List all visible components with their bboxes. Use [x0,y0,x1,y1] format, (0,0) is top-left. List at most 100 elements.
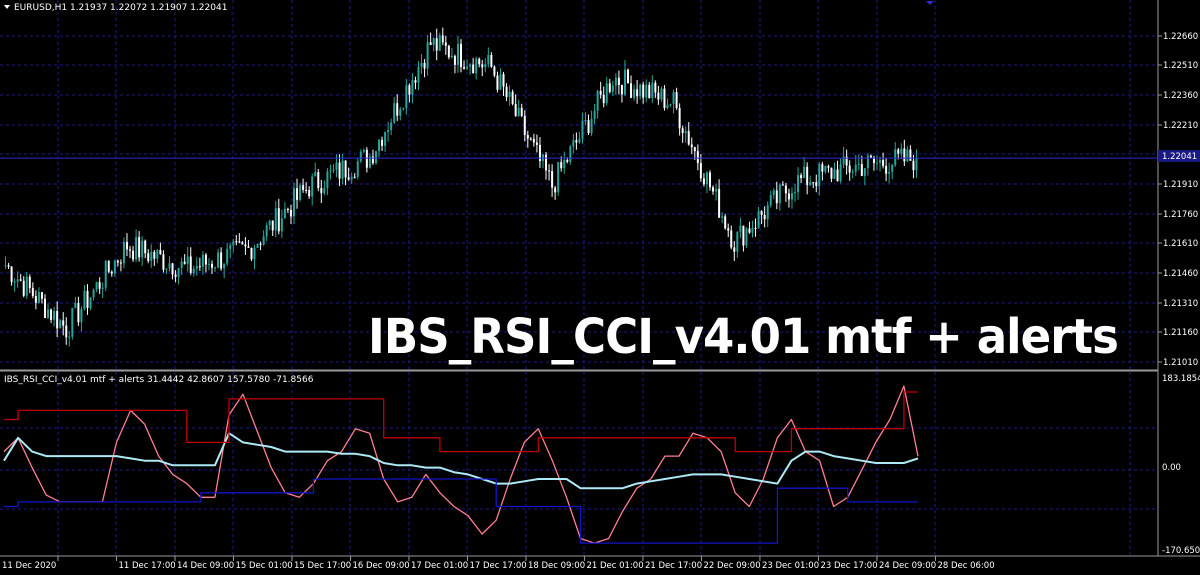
candle-body[interactable] [702,178,705,185]
candle-body[interactable] [344,160,347,178]
candle-body[interactable] [4,265,7,267]
candle-body[interactable] [13,281,16,283]
candle-body[interactable] [490,54,493,67]
candle-body[interactable] [299,185,302,200]
candle-body[interactable] [545,154,548,171]
candle-body[interactable] [402,108,405,110]
candle-body[interactable] [481,64,484,68]
candle-body[interactable] [496,75,499,90]
candle-body[interactable] [302,185,305,190]
candle-body[interactable] [739,225,742,233]
candle-body[interactable] [450,55,453,58]
candle-body[interactable] [745,228,748,246]
candle-body[interactable] [195,266,198,269]
candle-body[interactable] [250,247,253,260]
candle-body[interactable] [156,250,159,259]
candle-body[interactable] [699,163,702,179]
candle-body[interactable] [657,92,660,100]
candle-body[interactable] [854,164,857,172]
candle-body[interactable] [705,172,708,185]
candle-body[interactable] [860,164,863,176]
candle-body[interactable] [119,262,122,264]
candle-body[interactable] [365,149,368,168]
candle-body[interactable] [34,296,37,303]
candle-body[interactable] [772,190,775,196]
candle-body[interactable] [708,172,711,188]
candle-body[interactable] [897,149,900,154]
candle-body[interactable] [192,268,195,273]
candle-body[interactable] [693,147,696,152]
candle-body[interactable] [414,80,417,83]
candle-body[interactable] [478,58,481,65]
candle-body[interactable] [766,205,769,220]
candle-body[interactable] [104,260,107,288]
candle-body[interactable] [909,149,912,161]
candle-body[interactable] [320,188,323,194]
candle-body[interactable] [906,149,909,162]
candle-body[interactable] [812,182,815,184]
candle-body[interactable] [374,151,377,164]
candle-body[interactable] [839,164,842,182]
candle-body[interactable] [253,247,256,260]
candle-body[interactable] [891,164,894,172]
candle-body[interactable] [174,274,177,277]
candle-body[interactable] [198,266,201,268]
candle-body[interactable] [857,164,860,166]
candle-body[interactable] [781,184,784,186]
candle-body[interactable] [171,263,174,275]
candle-body[interactable] [526,134,529,139]
candle-body[interactable] [207,263,210,265]
candle-body[interactable] [836,169,839,182]
candle-body[interactable] [748,228,751,233]
candle-body[interactable] [614,77,617,86]
candle-body[interactable] [569,146,572,162]
candle-body[interactable] [296,188,299,200]
candle-body[interactable] [529,138,532,140]
candle-body[interactable] [268,220,271,226]
candle-body[interactable] [824,166,827,172]
candle-body[interactable] [141,240,144,258]
candle-body[interactable] [851,171,854,173]
candle-body[interactable] [226,248,229,264]
candle-body[interactable] [623,69,626,95]
candle-body[interactable] [417,66,420,83]
candle-body[interactable] [469,64,472,67]
candle-body[interactable] [135,237,138,260]
candle-body[interactable] [107,260,110,272]
candle-body[interactable] [10,266,13,283]
candle-body[interactable] [317,172,320,189]
candle-body[interactable] [499,74,502,90]
candle-body[interactable] [578,138,581,143]
candle-body[interactable] [274,208,277,231]
candle-body[interactable] [186,256,189,264]
candle-body[interactable] [566,160,569,162]
candle-body[interactable] [432,38,435,46]
candle-body[interactable] [138,237,141,258]
candle-body[interactable] [241,242,244,245]
candle-body[interactable] [475,58,478,74]
candle-body[interactable] [110,271,113,274]
candle-body[interactable] [56,310,59,329]
candle-body[interactable] [423,62,426,69]
candle-body[interactable] [608,83,611,92]
candle-body[interactable] [642,84,645,98]
candle-body[interactable] [80,309,83,323]
candle-body[interactable] [460,43,462,68]
candle-body[interactable] [888,171,891,174]
candle-body[interactable] [833,169,836,179]
candle-body[interactable] [736,232,739,252]
candle-body[interactable] [262,236,265,245]
candle-body[interactable] [787,193,790,200]
candle-body[interactable] [371,156,374,164]
candle-body[interactable] [387,130,390,133]
candle-body[interactable] [806,166,809,186]
candle-body[interactable] [581,121,584,139]
candle-body[interactable] [751,227,754,233]
candle-body[interactable] [675,92,678,109]
candle-body[interactable] [456,43,459,65]
candle-body[interactable] [879,160,882,163]
candle-body[interactable] [900,148,903,154]
candle-body[interactable] [602,94,605,104]
candle-body[interactable] [177,267,180,277]
candle-body[interactable] [617,77,620,85]
